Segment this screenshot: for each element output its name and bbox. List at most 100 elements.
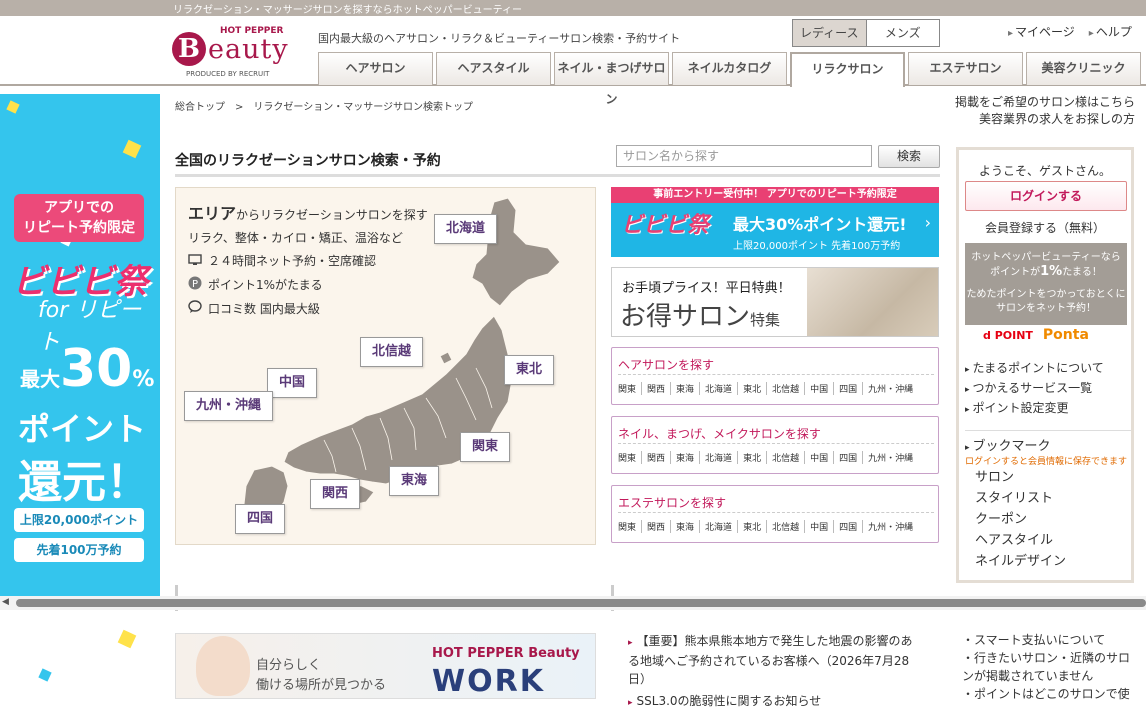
region-link[interactable]: 関西	[642, 520, 672, 533]
region-tokai[interactable]: 東海	[389, 466, 440, 496]
region-link[interactable]: 四国	[834, 382, 864, 395]
mypage-link[interactable]: マイページ	[1008, 23, 1075, 40]
region-link[interactable]: 北信越	[767, 382, 806, 395]
map-heading-rest: からリラクゼーションサロンを探す	[236, 208, 428, 222]
help-item[interactable]: スマート支払いについて	[962, 631, 1142, 649]
help-item[interactable]: ポイントはどこのサロンで使	[962, 685, 1142, 703]
bookmark-coupon[interactable]: クーポン	[965, 509, 1131, 530]
mens-tab[interactable]: メンズ	[867, 20, 940, 46]
logo[interactable]: HOT PEPPER B eauty PRODUCED BY RECRUIT	[172, 24, 297, 80]
region-kansai[interactable]: 関西	[310, 479, 361, 509]
breadcrumb-home[interactable]: 総合トップ	[175, 102, 225, 113]
news-item[interactable]: 【重要】熊本県熊本地方で発生した地震の影響のある地域へご予約されているお客様へ（…	[628, 632, 918, 688]
region-kanto[interactable]: 関東	[460, 432, 511, 462]
horizontal-scrollbar[interactable]: ◀	[0, 596, 1146, 610]
category-title[interactable]: ネイル、まつげ、メイクサロンを探す	[618, 425, 821, 442]
tab-relax-salon[interactable]: リラクサロン	[790, 52, 905, 87]
region-link[interactable]: 四国	[834, 520, 864, 533]
bookmark-stylist[interactable]: スタイリスト	[965, 488, 1131, 509]
search-button[interactable]: 検索	[878, 145, 940, 168]
scroll-left-icon[interactable]: ◀	[2, 597, 9, 607]
region-tohoku[interactable]: 東北	[504, 355, 555, 385]
point-info-box[interactable]: ホットペッパービューティーなら ポイントが1%たまる！ ためたポイントをつかって…	[965, 243, 1127, 325]
region-link[interactable]: 九州・沖縄	[863, 382, 918, 395]
bibibi-promo-banner[interactable]: 事前エントリー受付中！ アプリでのリピート予約限定 ビビビ祭 最大30%ポイント…	[611, 187, 939, 257]
region-link[interactable]: 北信越	[767, 451, 806, 464]
region-link[interactable]: 中国	[805, 451, 835, 464]
confetti-shape	[117, 629, 137, 649]
tab-nail-eyelash[interactable]: ネイル・まつげサロン	[554, 52, 669, 106]
news-item[interactable]: SSL3.0の脆弱性に関するお知らせ	[628, 692, 918, 712]
tab-nail-catalog[interactable]: ネイルカタログ	[672, 52, 787, 85]
region-link[interactable]: 中国	[805, 382, 835, 395]
region-link[interactable]: 東海	[671, 451, 701, 464]
region-link[interactable]: 関東	[618, 520, 643, 533]
point-setting-link[interactable]: ポイント設定変更	[965, 399, 1104, 419]
tab-hair-style[interactable]: ヘアスタイル	[436, 52, 551, 85]
region-link[interactable]: 北信越	[767, 520, 806, 533]
pt-pct: 1%	[1040, 264, 1063, 279]
region-link[interactable]: 四国	[834, 451, 864, 464]
region-link[interactable]: 東海	[671, 382, 701, 395]
tab-hair-salon[interactable]: ヘアサロン	[318, 52, 433, 85]
category-divider	[618, 443, 934, 444]
scrollbar-thumb[interactable]	[16, 599, 1146, 607]
map-heading: エリアからリラクゼーションサロンを探す	[188, 200, 428, 224]
service-list-link[interactable]: つかえるサービス一覧	[965, 379, 1104, 399]
bookmark-nail[interactable]: ネイルデザイン	[965, 551, 1131, 572]
listing-link[interactable]: 掲載をご希望のサロン様はこちら	[955, 94, 1135, 111]
bookmark-salon[interactable]: サロン	[965, 467, 1131, 488]
promo2-line2-main: お得サロン	[620, 302, 751, 332]
tab-esthe-salon[interactable]: エステサロン	[908, 52, 1023, 85]
category-esthe: エステサロンを探す 関東 関西 東海 北海道 東北 北信越 中国 四国 九州・沖縄	[611, 485, 939, 543]
point-about-link[interactable]: たまるポイントについて	[965, 359, 1104, 379]
region-link[interactable]: 東海	[671, 520, 701, 533]
ladies-tab[interactable]: レディース	[793, 20, 867, 46]
region-link[interactable]: 北海道	[700, 520, 739, 533]
region-link[interactable]: 関西	[642, 451, 672, 464]
category-title[interactable]: ヘアサロンを探す	[618, 356, 714, 373]
help-list: スマート支払いについて 行きたいサロン・近隣のサロンが掲載されていません ポイン…	[962, 631, 1142, 703]
region-link[interactable]: 北海道	[700, 451, 739, 464]
recruit-link[interactable]: 美容業界の求人をお探しの方	[955, 111, 1135, 128]
bookmark-title[interactable]: ブックマーク	[965, 435, 1131, 454]
region-hokushinetsu[interactable]: 北信越	[360, 337, 424, 367]
region-link[interactable]: 東北	[738, 520, 768, 533]
left-banner-bottom[interactable]	[0, 610, 160, 699]
bookmark-note: ログインすると会員情報に保存できます	[965, 457, 1128, 467]
help-link[interactable]: ヘルプ	[1089, 23, 1132, 40]
register-link[interactable]: 会員登録する（無料）	[959, 219, 1131, 236]
tab-beauty-clinic[interactable]: 美容クリニック	[1026, 52, 1141, 85]
map-feature-1: ２４時間ネット予約・空席確認	[188, 252, 376, 269]
region-link[interactable]: 関東	[618, 382, 643, 395]
category-title[interactable]: エステサロンを探す	[618, 494, 726, 511]
region-link[interactable]: 関西	[642, 382, 672, 395]
left-side-banner[interactable]: アプリでの リピート予約限定 ビビビ祭 for リピート 最大30% ポイント 還…	[0, 94, 160, 600]
region-link[interactable]: 関東	[618, 451, 643, 464]
beauty-work-banner[interactable]: 自分らしく 働ける場所が見つかる HOT PEPPER Beauty WORK	[175, 633, 596, 699]
region-chugoku[interactable]: 中国	[267, 368, 318, 398]
help-item[interactable]: 行きたいサロン・近隣のサロンが掲載されていません	[962, 649, 1142, 685]
map-heading-bold: エリア	[188, 204, 237, 223]
salon-search-input[interactable]: サロン名から探す	[616, 145, 872, 167]
region-link[interactable]: 中国	[805, 520, 835, 533]
region-shikoku[interactable]: 四国	[235, 504, 286, 534]
top-links: マイページ ヘルプ	[1008, 23, 1132, 40]
category-nail: ネイル、まつげ、メイクサロンを探す 関東 関西 東海 北海道 東北 北信越 中国 四国 九州・沖…	[611, 416, 939, 474]
region-link[interactable]: 東北	[738, 451, 768, 464]
banner-max: 最大30%	[20, 339, 154, 399]
logo-produced: PRODUCED BY RECRUIT	[186, 70, 270, 78]
pt-line1: ホットペッパービューティーなら	[971, 252, 1121, 263]
otoku-salon-banner[interactable]: お手頃プライス！平日特典！ お得サロン特集	[611, 267, 939, 337]
login-button[interactable]: ログインする	[965, 181, 1127, 211]
region-link[interactable]: 北海道	[700, 382, 739, 395]
region-link[interactable]: 九州・沖縄	[863, 451, 918, 464]
bookmark-hairstyle[interactable]: ヘアスタイル	[965, 530, 1131, 551]
region-hokkaido[interactable]: 北海道	[434, 214, 498, 244]
region-kyushu[interactable]: 九州・沖縄	[184, 391, 274, 421]
region-link[interactable]: 東北	[738, 382, 768, 395]
work-brand: HOT PEPPER Beauty	[432, 646, 580, 661]
region-link[interactable]: 九州・沖縄	[863, 520, 918, 533]
ponta-logo: Ponta	[1042, 327, 1089, 343]
banner-max-pct: %	[132, 367, 155, 392]
